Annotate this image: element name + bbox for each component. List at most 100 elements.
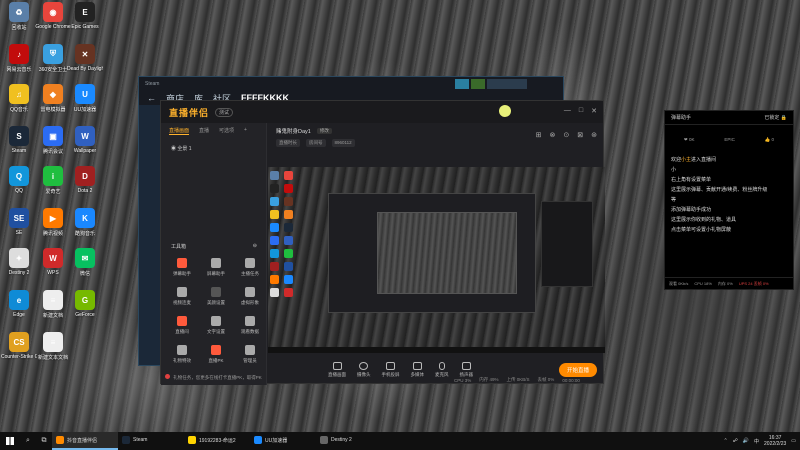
preview-icon	[270, 210, 279, 219]
tool-button[interactable]: 主播任务	[233, 258, 267, 277]
desktop-icon[interactable]: Q QQ	[4, 166, 34, 206]
desktop-icon[interactable]: ⛨ 360安全卫士	[38, 44, 68, 84]
desktop-icon[interactable]: ◆ 雷电模拟器	[38, 84, 68, 124]
tool-button[interactable]: 管理员	[233, 345, 267, 364]
tab-options[interactable]: 可选项	[219, 127, 234, 135]
close-icon[interactable]: ✕	[591, 107, 597, 115]
search-icon[interactable]: ⌕	[20, 432, 36, 450]
steam-friends-icon[interactable]	[471, 79, 485, 89]
taskbar-app[interactable]: Destiny 2	[316, 432, 382, 450]
desktop-icon-label: 微信	[79, 271, 90, 277]
app-icon: K	[75, 208, 95, 228]
taskbar-app[interactable]: Steam	[118, 432, 184, 450]
steam-nav-back-icon[interactable]: ←	[147, 93, 156, 103]
input-language[interactable]: 中	[754, 438, 759, 445]
desktop-icon[interactable]: G GeForce	[70, 290, 100, 330]
avatar[interactable]	[499, 105, 511, 117]
chat-prefix: 欢迎	[671, 157, 682, 163]
notice-bar[interactable]: 礼物任务，您更多在线打卡直播PK，取得PK	[165, 374, 262, 381]
minimize-icon[interactable]: —	[564, 107, 571, 115]
desktop-icon[interactable]: ◉ Google Chrome	[35, 2, 71, 42]
layout-icon[interactable]: ⊞	[536, 131, 542, 139]
desktop-icon[interactable]: ✕ Dead By Daylight	[67, 44, 103, 84]
lock-icon[interactable]: 🔒	[781, 115, 787, 121]
desktop-icon[interactable]: S Steam	[4, 126, 34, 166]
chat-text: 小	[671, 167, 677, 173]
scene-item[interactable]: ◉ 全景 1	[161, 139, 266, 158]
desktop-icon[interactable]: ✉ 微信	[70, 248, 100, 288]
desktop-icon-label: Epic Games	[71, 24, 99, 30]
screenshot-icon[interactable]: ⊠	[577, 131, 583, 139]
stat-epic: EPIC	[724, 137, 735, 142]
desktop-icon-label: Dota 2	[77, 188, 93, 194]
tool-button[interactable]: 弹幕助手	[165, 258, 199, 277]
steam-user-badge[interactable]	[487, 79, 527, 89]
desktop-icon[interactable]: K 酷狗音乐	[70, 208, 100, 248]
clock[interactable]: 16:37 2022/2/23	[764, 435, 786, 447]
desktop-icon[interactable]: U UU加速器	[70, 84, 100, 124]
record-icon[interactable]: ⊙	[563, 131, 569, 139]
toolbox-toggle-icon[interactable]: ⊖	[253, 243, 257, 250]
preview-icon	[270, 249, 279, 258]
desktop-icon[interactable]: ≡ 新建文本文档	[38, 332, 68, 372]
desktop-icon-label: Destiny 2	[8, 270, 30, 276]
preview-icon	[284, 236, 293, 245]
desktop-icon[interactable]: W WPS	[38, 248, 68, 288]
maximize-icon[interactable]: □	[579, 107, 583, 115]
add-tab-icon[interactable]: +	[244, 127, 247, 135]
app-icon: ♫	[9, 84, 29, 104]
desktop-icon[interactable]: ♻ 回收站	[4, 2, 34, 42]
preview-icon	[284, 223, 293, 232]
tool-label: 观看数据	[241, 329, 259, 334]
live-companion-window[interactable]: 直播伴侣 测试 — □ ✕ 直播画面 直播 可选项 + ◉ 全景 1 工具箱 ⊖…	[160, 100, 605, 385]
desktop-icon[interactable]: ▣ 腾讯会议	[38, 126, 68, 166]
microphone-icon	[438, 362, 445, 370]
desktop-icon[interactable]: ≡ 新建文档	[38, 290, 68, 330]
task-view-icon[interactable]: ⧉	[36, 432, 52, 450]
steam-announce-icon[interactable]	[455, 79, 469, 89]
desktop-icon[interactable]: i 爱奇艺	[38, 166, 68, 206]
desktop-icon[interactable]: ♫ QQ音乐	[4, 84, 34, 124]
desktop-icon[interactable]: ✦ Destiny 2	[4, 248, 34, 288]
toolbox-title: 工具箱	[171, 244, 187, 250]
lock-icon[interactable]: ⊗	[550, 131, 556, 139]
tool-label: 直播间	[175, 329, 189, 334]
tool-button[interactable]: 礼物特效	[165, 345, 199, 364]
tool-button[interactable]: 直播间	[165, 316, 199, 335]
volume-icon[interactable]: 🔊	[743, 438, 749, 444]
app-header: 直播伴侣 测试 — □ ✕	[161, 101, 603, 123]
chat-message: 点击菜单可设置小礼物屏蔽	[671, 225, 787, 235]
preview-icon	[270, 236, 279, 245]
tab-live[interactable]: 直播	[199, 127, 209, 135]
tool-button[interactable]: 屏幕助手	[199, 258, 233, 277]
tool-button[interactable]: 虚拟形象	[233, 287, 267, 306]
tool-button[interactable]: 美颜设置	[199, 287, 233, 306]
desktop-icon[interactable]: ▶ 腾讯视频	[38, 208, 68, 248]
tool-button[interactable]: 直播PK	[199, 345, 233, 364]
chat-username[interactable]: 小主	[681, 157, 691, 163]
chat-panel[interactable]: 弹幕助手 已锁定 🔒 ❤ 0K EPIC 👍 0 欢迎小主进入直播间小右上角有设…	[664, 110, 794, 290]
desktop-icon[interactable]: SE SE	[4, 208, 34, 248]
tool-button[interactable]: 视频连麦	[165, 287, 199, 306]
desktop-icon[interactable]: e Edge	[4, 290, 34, 330]
taskbar-app[interactable]: 19192283-命运2	[184, 432, 250, 450]
tool-button[interactable]: 文字设置	[199, 316, 233, 335]
live-preview[interactable]	[268, 167, 605, 353]
desktop-icon[interactable]: ♪ 网易云音乐	[4, 44, 34, 84]
start-button[interactable]	[0, 432, 20, 450]
desktop-icon[interactable]: W Wallpaper	[70, 126, 100, 166]
taskbar-app[interactable]: 抖音直播伴侣	[52, 432, 118, 450]
desktop-icon[interactable]: CS Counter-Strike Global Off	[1, 332, 37, 372]
edit-title-button[interactable]: 修改	[316, 128, 332, 134]
tool-button[interactable]: 观看数据	[233, 316, 267, 335]
taskbar-app-icon	[188, 436, 196, 444]
desktop-icon[interactable]: D Dota 2	[70, 166, 100, 206]
app-icon: W	[43, 248, 63, 268]
desktop-icon[interactable]: E Epic Games	[70, 2, 100, 42]
settings-icon[interactable]: ⊛	[591, 131, 597, 139]
taskbar-app[interactable]: UU加速器	[250, 432, 316, 450]
notification-icon[interactable]: ▭	[791, 438, 796, 444]
tab-live-scene[interactable]: 直播画面	[169, 127, 190, 135]
tray-chevron-icon[interactable]: ⌃	[723, 438, 727, 444]
network-icon[interactable]: ☍	[733, 438, 738, 444]
